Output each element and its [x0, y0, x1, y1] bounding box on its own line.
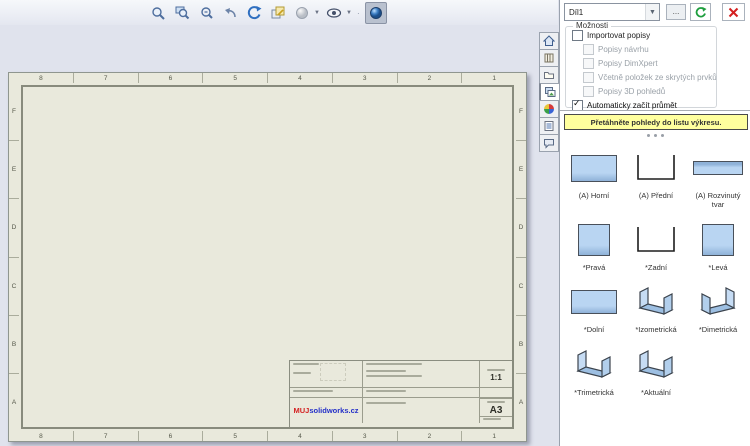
drag-views-hint: Přetáhněte pohledy do listu výkresu.: [564, 114, 748, 130]
refresh-button[interactable]: [690, 3, 711, 21]
options-group: Možnosti Importovat popisy Popisy návrhu…: [565, 21, 717, 111]
appearances-ball-icon: [544, 104, 554, 114]
model-select-value: Díl1: [569, 7, 584, 17]
tab-file-explorer[interactable]: [539, 66, 559, 83]
design-library-icon: [544, 53, 554, 63]
zoom-in-out-icon[interactable]: [196, 3, 216, 23]
title-block-stamp: [320, 363, 346, 381]
checkbox-import-annotations[interactable]: Importovat popisy: [572, 30, 716, 41]
mujsolidworks-logo: MUJ solidworks.cz: [290, 398, 363, 423]
display-style-icon[interactable]: [292, 3, 312, 23]
view-thumbnail-dimetricka[interactable]: *Dimetrická: [687, 276, 749, 334]
right-view-thumb[interactable]: [578, 223, 610, 256]
view-thumbnail-predni[interactable]: (A) Přední: [625, 142, 687, 210]
top-view-thumb[interactable]: [571, 154, 617, 182]
view-toolbar: ▼ ▼ ·: [0, 0, 558, 25]
scale-value: 1:1: [490, 372, 502, 382]
front-view-thumb[interactable]: [634, 153, 678, 183]
checkbox-dimxpert-annotations: Popisy DimXpert: [583, 58, 716, 69]
isometric-view-thumb[interactable]: [634, 284, 678, 320]
refresh-icon: [695, 6, 707, 17]
checkbox-include-hidden-items: Včetně položek ze skrytých prvků: [583, 72, 717, 83]
properties-form-icon: [544, 121, 554, 131]
model-select-combo[interactable]: Díl1 ▼: [564, 3, 660, 21]
zone-ruler-top: 8 7 6 5 4 3 2 1: [9, 73, 526, 83]
current-view-thumb[interactable]: [634, 347, 678, 383]
view-palette-panel: Díl1 ▼ ... Možnosti Importovat popisy Po…: [559, 0, 750, 446]
palette-splitter-handle[interactable]: [560, 132, 750, 138]
options-group-title: Možnosti: [573, 21, 612, 30]
checkbox-3d-view-annotations: Popisy 3D pohledů: [583, 86, 716, 97]
pan-3d-view-icon[interactable]: [268, 3, 288, 23]
hide-show-caret-icon[interactable]: ▼: [346, 10, 352, 16]
forum-bubble-icon: [544, 139, 554, 149]
tab-custom-properties[interactable]: [539, 117, 559, 134]
hide-show-items-icon[interactable]: [324, 3, 344, 23]
zoom-to-area-icon[interactable]: [172, 3, 192, 23]
drawing-sheet[interactable]: 8 7 6 5 4 3 2 1 8 7 6 5 4 3 2 1 F E D C …: [8, 72, 527, 442]
trimetric-view-thumb[interactable]: [572, 347, 616, 383]
view-thumbnail-leva[interactable]: *Levá: [687, 214, 749, 272]
tab-design-library[interactable]: [539, 49, 559, 66]
view-thumbnail-izometricka[interactable]: *Izometrická: [625, 276, 687, 334]
checkbox-icon: [583, 44, 594, 55]
view-settings-icon[interactable]: [364, 2, 387, 24]
view-thumbnail-rozvinuty-tvar[interactable]: (A) Rozvinutý tvar: [687, 142, 749, 210]
left-view-thumb[interactable]: [702, 223, 734, 256]
tab-view-palette[interactable]: [539, 83, 560, 100]
view-thumbnail-horni[interactable]: (A) Horní: [563, 142, 625, 210]
chevron-down-icon[interactable]: ▼: [645, 4, 659, 20]
bottom-view-thumb[interactable]: [571, 290, 617, 315]
view-thumbnail-zadni[interactable]: *Zadní: [625, 214, 687, 272]
task-pane-tabstrip: [539, 32, 560, 152]
view-palette-grid: (A) Horní (A) Přední (A) Rozvinutý tvar …: [562, 142, 750, 397]
sheet-format-value: A3: [489, 405, 503, 416]
zone-ruler-bottom: 8 7 6 5 4 3 2 1: [9, 431, 526, 441]
view-thumbnail-prava[interactable]: *Pravá: [563, 214, 625, 272]
checkbox-icon: [583, 86, 594, 97]
browse-button[interactable]: ...: [666, 4, 686, 20]
zoom-to-fit-icon[interactable]: [148, 3, 168, 23]
home-icon: [543, 35, 555, 46]
back-view-thumb[interactable]: [634, 225, 678, 255]
tab-solidworks-resources[interactable]: [539, 32, 559, 49]
view-thumbnail-dolni[interactable]: *Dolní: [563, 276, 625, 334]
view-thumbnail-aktualni[interactable]: *Aktuální: [625, 339, 687, 397]
solidworks-window: ▼ ▼ · 8 7 6 5 4 3 2 1 8 7 6 5 4 3 2 1 F …: [0, 0, 750, 446]
view-thumbnail-trimetricka[interactable]: *Trimetrická: [563, 339, 625, 397]
view-palette-icon: [545, 87, 556, 97]
checkbox-icon: [583, 58, 594, 69]
toolbar-separator: ·: [356, 8, 360, 18]
flat-pattern-thumb[interactable]: [693, 161, 743, 175]
checkbox-design-annotations: Popisy návrhu: [583, 44, 716, 55]
checkbox-icon: [583, 72, 594, 83]
zone-ruler-left: F E D C B A: [9, 83, 19, 431]
close-x-icon: [728, 7, 739, 17]
close-button[interactable]: [722, 3, 745, 21]
checkbox-icon[interactable]: [572, 30, 583, 41]
previous-view-icon[interactable]: [220, 3, 240, 23]
tab-solidworks-forum[interactable]: [539, 134, 559, 152]
display-style-caret-icon[interactable]: ▼: [314, 10, 320, 16]
dimetric-view-thumb[interactable]: [696, 284, 740, 320]
tab-appearances[interactable]: [539, 100, 559, 117]
zone-ruler-right: F E D C B A: [516, 83, 526, 431]
rotate-view-icon[interactable]: [244, 3, 264, 23]
title-block: 1:1 MUJ solidworks.cz A3: [289, 360, 512, 427]
folder-icon: [544, 72, 554, 79]
